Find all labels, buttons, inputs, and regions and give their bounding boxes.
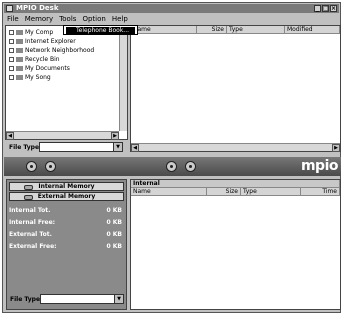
menu-item-telephone-book[interactable]: Telephone Book... (66, 27, 135, 34)
column-size[interactable]: Size (207, 188, 241, 196)
external-memory-tab[interactable]: External Memory (9, 192, 124, 201)
network-icon (16, 48, 23, 53)
menu-memory[interactable]: Memory (22, 14, 56, 24)
scroll-right-icon[interactable]: ▶ (332, 144, 340, 152)
expand-icon[interactable] (9, 48, 14, 53)
file-type-label: File Type: (9, 144, 42, 151)
tree-vertical-scrollbar[interactable] (119, 26, 127, 131)
expand-icon[interactable] (9, 75, 14, 80)
folder-icon (16, 75, 23, 80)
memory-panel: Internal Memory External Memory Internal… (6, 179, 127, 310)
app-window: MPIO Desk _ □ × File Memory Tools Option… (2, 2, 341, 313)
tree-item[interactable]: My Comp (9, 29, 53, 37)
tree-item[interactable]: Internet Explorer (9, 38, 76, 46)
maximize-button[interactable]: □ (322, 5, 329, 12)
internet-explorer-icon (16, 39, 23, 44)
chevron-down-icon[interactable]: ▼ (113, 143, 122, 151)
column-size[interactable]: Size (197, 26, 227, 34)
file-type-select[interactable]: ▼ (39, 142, 123, 152)
internal-memory-tab[interactable]: Internal Memory (9, 182, 124, 191)
column-time[interactable]: Time (301, 188, 340, 196)
external-total: External Tot. 0 KB (9, 231, 122, 238)
chevron-down-icon[interactable]: ▼ (114, 295, 123, 303)
external-free: External Free: 0 KB (9, 243, 122, 250)
scroll-right-icon[interactable]: ▶ (111, 132, 119, 140)
computer-icon (16, 30, 23, 35)
menu-tools[interactable]: Tools (56, 14, 79, 24)
file-list-panel: Name Size Type Modified ◀ ▶ (130, 25, 341, 152)
menu-option[interactable]: Option (79, 14, 108, 24)
download-button[interactable] (45, 161, 56, 172)
menu-help[interactable]: Help (109, 14, 131, 24)
scroll-left-icon[interactable]: ◀ (6, 132, 14, 140)
tree-item[interactable]: My Song (9, 74, 51, 82)
column-name[interactable]: Name (131, 26, 197, 34)
transfer-toolbar: mpio (4, 157, 341, 176)
bottom-file-type-select[interactable]: ▼ (40, 294, 124, 304)
menu-bar: File Memory Tools Option Help (4, 14, 339, 24)
mpio-logo: mpio (300, 158, 339, 174)
internal-total: Internal Tot. 0 KB (9, 207, 122, 214)
column-type[interactable]: Type (227, 26, 285, 34)
window-title: MPIO Desk (16, 4, 59, 12)
scroll-left-icon[interactable]: ◀ (131, 144, 139, 152)
folder-icon (16, 66, 23, 71)
title-bar[interactable]: MPIO Desk _ □ × (4, 4, 339, 13)
expand-icon[interactable] (9, 30, 14, 35)
prev-button[interactable] (166, 161, 177, 172)
tools-dropdown-menu: Telephone Book... (63, 25, 138, 35)
next-button[interactable] (185, 161, 196, 172)
tree-item[interactable]: My Documents (9, 65, 70, 73)
memory-icon (24, 195, 33, 200)
expand-icon[interactable] (9, 39, 14, 44)
internal-free: Internal Free: 0 KB (9, 219, 122, 226)
memory-icon (24, 185, 33, 190)
column-type[interactable]: Type (241, 188, 301, 196)
minimize-button[interactable]: _ (314, 5, 321, 12)
upload-button[interactable] (26, 161, 37, 172)
recycle-bin-icon (16, 57, 23, 62)
bottom-file-type-label: File Type: (10, 296, 43, 303)
menu-file[interactable]: File (4, 14, 22, 24)
tree-horizontal-scrollbar[interactable]: ◀ ▶ (6, 131, 119, 140)
column-name[interactable]: Name (131, 188, 207, 196)
list-horizontal-scrollbar[interactable]: ◀ ▶ (131, 143, 340, 152)
list-title: Internal (131, 180, 340, 188)
close-button[interactable]: × (330, 5, 337, 12)
tree-item[interactable]: Network Neighborhood (9, 47, 94, 55)
column-modified[interactable]: Modified (285, 26, 340, 34)
folder-tree-panel: My Comp Internet Explorer Network Neighb… (5, 25, 128, 140)
device-file-list-panel: Internal Name Size Type Time (130, 179, 341, 310)
expand-icon[interactable] (9, 66, 14, 71)
app-icon (6, 5, 13, 12)
expand-icon[interactable] (9, 57, 14, 62)
tree-item[interactable]: Recycle Bin (9, 56, 60, 64)
